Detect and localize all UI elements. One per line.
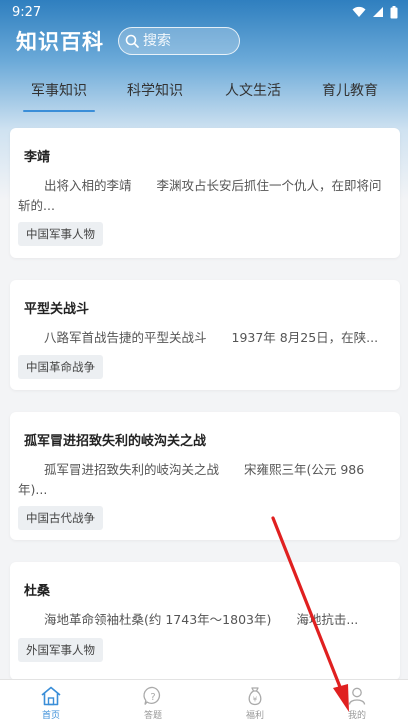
card-summary: 出将入相的李靖 李渊攻占长安后抓住一个仇人，在即将问斩的...	[18, 178, 382, 213]
card-tag[interactable]: 外国军事人物	[18, 638, 103, 662]
article-card[interactable]: 孤军冒进招致失利的岐沟关之战 孤军冒进招致失利的岐沟关之战 宋雍熙三年(公元 9…	[10, 412, 400, 540]
nav-mine[interactable]: 我的	[306, 680, 408, 725]
nav-welfare[interactable]: ¥ 福利	[204, 680, 306, 725]
search-icon	[125, 34, 139, 48]
svg-text:?: ?	[150, 692, 155, 703]
bottom-navigation: 首页 ? 答题 ¥ 福利 我的	[0, 679, 408, 725]
card-title: 孤军冒进招致失利的岐沟关之战	[24, 434, 207, 449]
search-box[interactable]	[118, 27, 240, 55]
status-time: 9:27	[12, 4, 42, 20]
top-bar: 知识百科	[0, 24, 408, 58]
article-card[interactable]: 李靖 出将入相的李靖 李渊攻占长安后抓住一个仇人，在即将问斩的... 中国军事人…	[10, 128, 400, 258]
nav-home[interactable]: 首页	[0, 680, 102, 725]
user-icon	[348, 687, 366, 705]
card-summary: 海地革命领袖杜桑(约 1743年～1803年) 海地抗击...	[44, 612, 359, 627]
nav-mine-label: 我的	[347, 711, 366, 721]
card-tag[interactable]: 中国古代战争	[18, 506, 103, 530]
tab-parenting[interactable]: 育儿教育	[322, 80, 378, 100]
tab-military[interactable]: 军事知识	[23, 80, 95, 112]
question-icon: ?	[143, 686, 161, 705]
battery-icon	[390, 5, 398, 18]
card-title: 李靖	[24, 150, 51, 165]
tab-science[interactable]: 科学知识	[127, 80, 183, 100]
article-card[interactable]: 杜桑 海地革命领袖杜桑(约 1743年～1803年) 海地抗击... 外国军事人…	[10, 562, 400, 680]
app-title: 知识百科	[16, 30, 104, 54]
article-card[interactable]: 平型关战斗 八路军首战告捷的平型关战斗 1937年 8月25日，在陕... 中国…	[10, 280, 400, 390]
nav-welfare-label: 福利	[245, 711, 264, 721]
svg-text:¥: ¥	[253, 696, 258, 704]
card-summary: 孤军冒进招致失利的岐沟关之战 宋雍熙三年(公元 986年)...	[18, 462, 365, 497]
card-summary: 八路军首战告捷的平型关战斗 1937年 8月25日，在陕...	[44, 330, 379, 345]
nav-quiz[interactable]: ? 答题	[102, 680, 204, 725]
card-title: 杜桑	[24, 584, 51, 599]
card-tag[interactable]: 中国革命战争	[18, 355, 103, 379]
status-bar: 9:27	[0, 0, 408, 24]
card-tag[interactable]: 中国军事人物	[18, 222, 103, 246]
tab-humanities[interactable]: 人文生活	[225, 80, 281, 100]
wifi-icon	[352, 6, 366, 17]
card-title: 平型关战斗	[24, 302, 90, 317]
signal-icon	[373, 7, 383, 17]
nav-quiz-label: 答题	[143, 711, 162, 721]
home-icon	[41, 686, 61, 706]
search-input[interactable]	[143, 33, 233, 49]
nav-home-label: 首页	[41, 711, 60, 721]
category-tabs: 军事知识 科学知识 人文生活 育儿教育	[0, 72, 408, 112]
money-bag-icon: ¥	[248, 687, 262, 706]
